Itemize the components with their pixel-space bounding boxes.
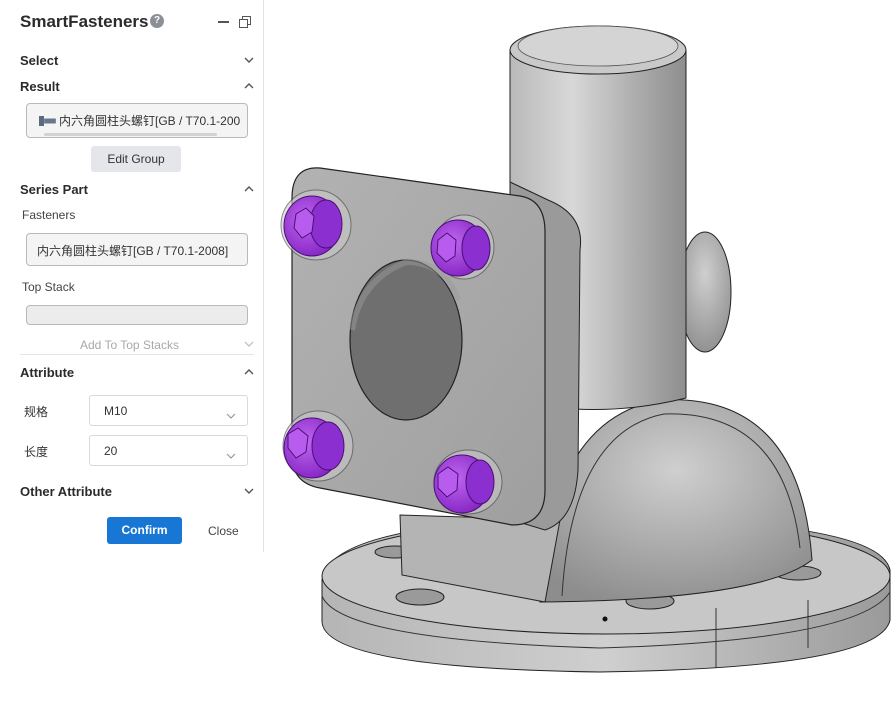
restore-icon[interactable] [239, 15, 251, 28]
help-icon[interactable]: ? [150, 14, 164, 28]
fastener-bolt [280, 189, 352, 261]
smart-fasteners-panel: SmartFasteners ? Select Result 内六角圆柱头螺钉[… [11, 0, 264, 552]
result-scrollbar[interactable] [44, 133, 217, 136]
cad-model[interactable] [264, 0, 896, 698]
3d-viewport[interactable] [264, 0, 896, 698]
edit-group-button[interactable]: Edit Group [91, 146, 181, 172]
chevron-down-icon[interactable] [244, 339, 254, 349]
chevron-down-icon[interactable] [244, 486, 254, 496]
chevron-down-icon[interactable] [244, 55, 254, 65]
section-other-attribute-header[interactable]: Other Attribute [20, 484, 112, 499]
result-list[interactable]: 内六角圆柱头螺钉[GB / T70.1-200 [26, 103, 248, 138]
fastener-bolt [433, 449, 503, 515]
chevron-down-icon [226, 447, 236, 465]
top-stack-field[interactable] [26, 305, 248, 325]
screw-icon [39, 114, 57, 126]
section-result-header[interactable]: Result [20, 79, 60, 94]
confirm-button[interactable]: Confirm [107, 517, 182, 544]
section-select-header[interactable]: Select [20, 53, 58, 68]
divider [20, 354, 254, 355]
attribute-label-length: 长度 [24, 445, 49, 459]
fasteners-label: Fasteners [22, 208, 76, 222]
minimize-icon[interactable] [218, 21, 229, 23]
chevron-down-icon [226, 407, 236, 425]
chevron-up-icon[interactable] [244, 81, 254, 91]
length-select-value: 20 [104, 444, 118, 458]
add-to-top-stacks-button[interactable]: Add To Top Stacks [80, 338, 179, 352]
chevron-up-icon[interactable] [244, 367, 254, 377]
top-stack-label: Top Stack [22, 280, 75, 294]
result-item-label[interactable]: 内六角圆柱头螺钉[GB / T70.1-200 [59, 112, 240, 129]
fasteners-value: 内六角圆柱头螺钉[GB / T70.1-2008] [37, 244, 229, 258]
panel-title: SmartFasteners [20, 12, 149, 31]
section-series-part-header[interactable]: Series Part [20, 182, 88, 197]
length-select[interactable]: 20 [89, 435, 248, 466]
spec-select[interactable]: M10 [89, 395, 248, 426]
chevron-up-icon[interactable] [244, 184, 254, 194]
section-attribute-header[interactable]: Attribute [20, 365, 74, 380]
fasteners-field[interactable]: 内六角圆柱头螺钉[GB / T70.1-2008] [26, 233, 248, 266]
fastener-bolt [282, 410, 354, 482]
close-button[interactable]: Close [208, 524, 239, 538]
spec-select-value: M10 [104, 404, 128, 418]
attribute-label-spec: 规格 [24, 405, 49, 419]
